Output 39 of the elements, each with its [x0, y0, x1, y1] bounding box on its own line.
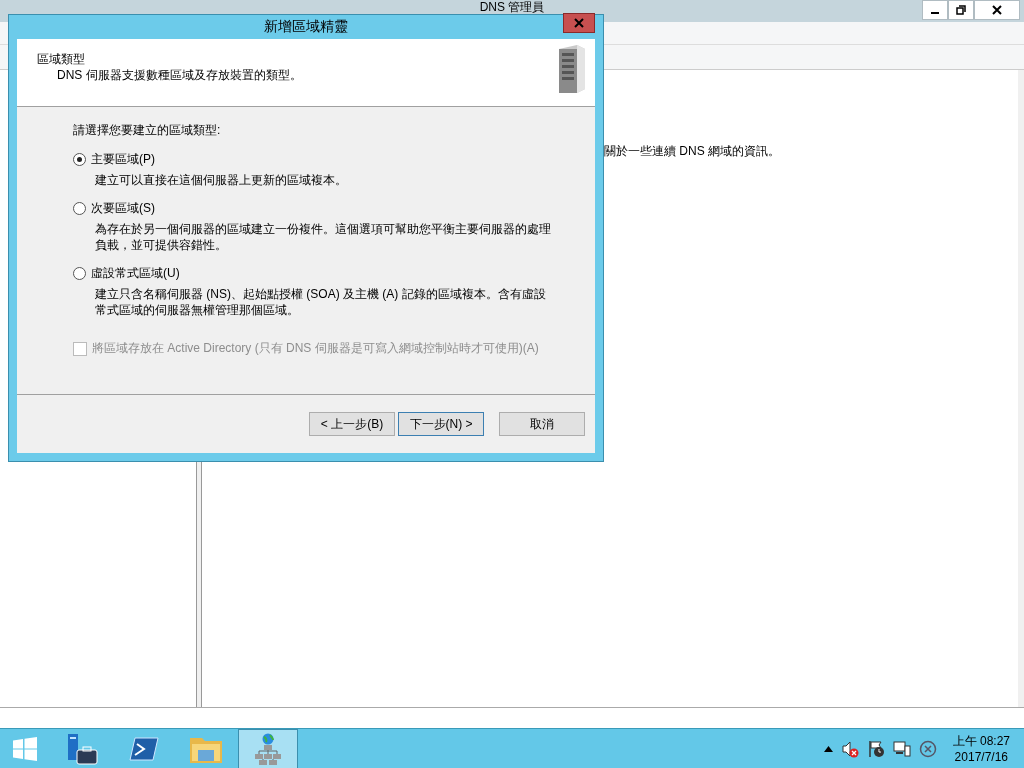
- wizard-button[interactable]: 下一步(N) >: [398, 412, 484, 436]
- windows-logo-icon: [13, 737, 37, 761]
- powershell-icon: [129, 736, 159, 762]
- radio-option[interactable]: 主要區域(P): [73, 151, 575, 168]
- radio-option[interactable]: 虛設常式區域(U): [73, 265, 575, 282]
- minimize-button[interactable]: [922, 0, 948, 20]
- radio-button[interactable]: [73, 202, 86, 215]
- cancel-circle-icon[interactable]: [918, 740, 937, 758]
- restore-icon: [956, 5, 966, 15]
- dialog-title: 新增區域精靈: [264, 18, 348, 36]
- wizard-button[interactable]: < 上一步(B): [309, 412, 395, 436]
- prompt-text: 請選擇您要建立的區域類型:: [73, 122, 222, 139]
- close-icon: [574, 18, 584, 28]
- close-button[interactable]: [974, 0, 1020, 20]
- page-heading: 區域類型: [37, 51, 86, 67]
- speaker-muted-icon[interactable]: [840, 740, 859, 758]
- body-text: 關於一些連續 DNS 網域的資訊。: [604, 144, 780, 158]
- radio-option[interactable]: 次要區域(S): [73, 200, 575, 217]
- option-description: 為存在於另一個伺服器的區域建立一份複件。這個選項可幫助您平衡主要伺服器的處理負載，並可提供容錯性。: [94, 221, 551, 253]
- close-icon: [992, 5, 1002, 15]
- server-toolbox-icon: [65, 732, 99, 766]
- clock-date[interactable]: 2017/7/16: [954, 749, 1008, 765]
- option-description: 建立可以直接在這個伺服器上更新的區域複本。: [94, 172, 348, 188]
- page-subheading: DNS 伺服器支援數種區域及存放裝置的類型。: [56, 67, 302, 83]
- wizard-button[interactable]: 取消: [499, 412, 585, 436]
- minimize-icon: [931, 12, 939, 14]
- clock-time[interactable]: 上午 08:27: [952, 733, 1010, 749]
- option-description: 建立只含名稱伺服器 (NS)、起始點授權 (SOA) 及主機 (A) 記錄的區域複本。含有虛設常式區域的伺服器無權管理那個區域。: [94, 286, 547, 318]
- option-label: 虛設常式區域(U): [91, 265, 180, 282]
- option-label: 次要區域(S): [91, 200, 155, 217]
- show-hidden-icons-icon[interactable]: [823, 746, 833, 752]
- flag-clock-icon[interactable]: [866, 740, 885, 758]
- restore-button[interactable]: [948, 0, 974, 20]
- radio-button[interactable]: [73, 267, 86, 280]
- window-title: DNS 管理員: [479, 0, 545, 16]
- option-label: 主要區域(P): [91, 151, 155, 168]
- network-globe-icon: [253, 733, 283, 765]
- network-computer-icon[interactable]: [892, 740, 911, 758]
- radio-button[interactable]: [73, 153, 86, 166]
